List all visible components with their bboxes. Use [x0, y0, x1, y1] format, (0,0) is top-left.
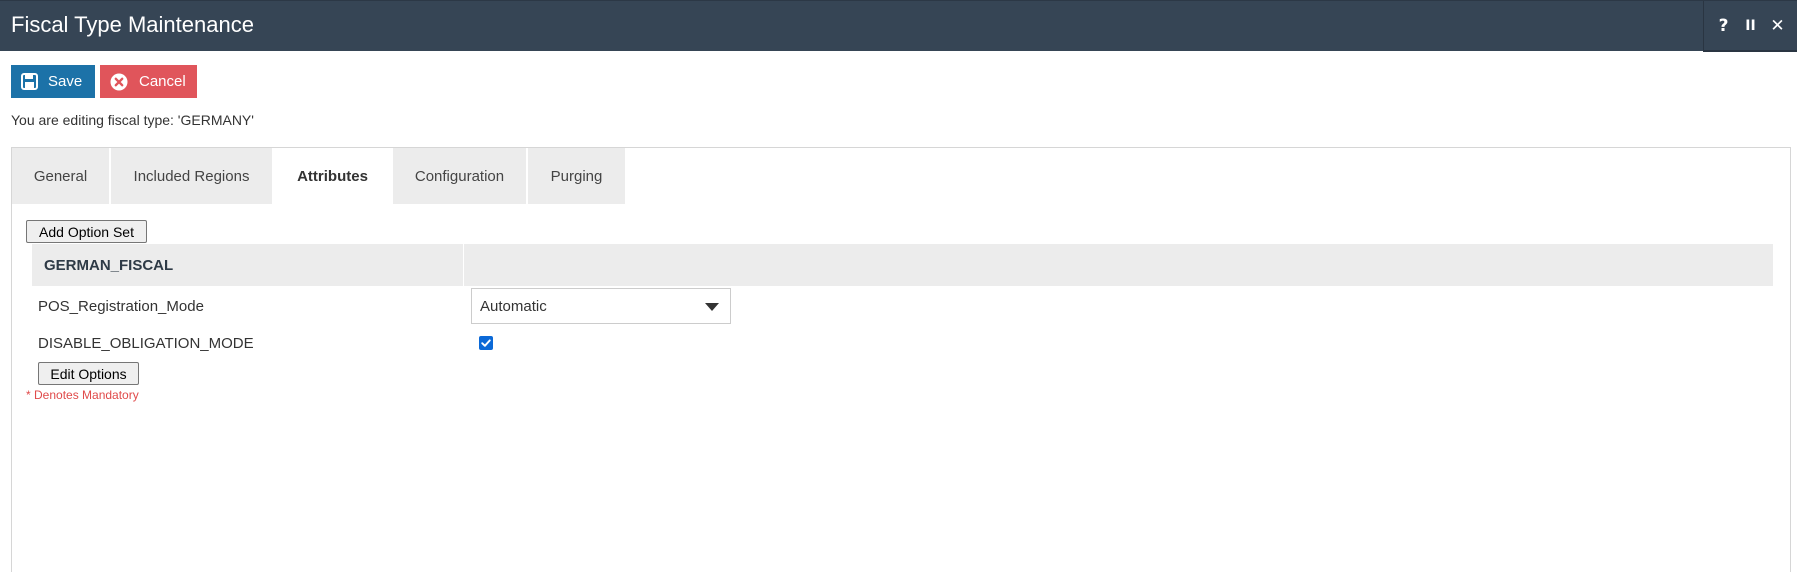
close-icon[interactable]: ✕: [1767, 16, 1789, 36]
cancel-button[interactable]: Cancel: [100, 65, 197, 98]
title-bar: Fiscal Type Maintenance ? II ✕: [0, 0, 1797, 52]
select-value: Automatic: [480, 298, 547, 315]
chevron-down-icon: [705, 303, 719, 311]
disable-obligation-mode-checkbox[interactable]: [479, 336, 493, 350]
tab-label: Attributes: [297, 167, 368, 185]
attribute-label-pos-registration-mode: POS_Registration_Mode: [38, 298, 204, 315]
floppy-disk-icon: [21, 73, 38, 90]
save-button[interactable]: Save: [11, 65, 95, 98]
attribute-label-disable-obligation-mode: DISABLE_OBLIGATION_MODE: [38, 335, 254, 352]
fiscal-type-maintenance-window: Fiscal Type Maintenance ? II ✕ Save Canc…: [0, 0, 1797, 572]
tab-label: Included Regions: [133, 167, 250, 185]
pause-icon[interactable]: II: [1740, 18, 1762, 34]
header-divider: [463, 244, 464, 286]
pos-registration-mode-select[interactable]: Automatic: [471, 288, 731, 324]
edit-options-button[interactable]: Edit Options: [38, 362, 139, 385]
tab-panel: General Included Regions Attributes Conf…: [11, 147, 1791, 572]
window-controls: ? II ✕: [1703, 1, 1797, 52]
save-label: Save: [48, 73, 83, 90]
tab-label: Configuration: [414, 167, 505, 185]
tab-included-regions[interactable]: Included Regions: [111, 148, 272, 204]
cancel-label: Cancel: [139, 73, 186, 90]
option-set-name: GERMAN_FISCAL: [44, 257, 174, 274]
tab-bar: General Included Regions Attributes Conf…: [12, 148, 627, 204]
editing-message: You are editing fiscal type: 'GERMANY': [11, 112, 254, 128]
tab-label: General: [33, 167, 88, 185]
add-option-set-button[interactable]: Add Option Set: [26, 220, 147, 243]
tab-purging[interactable]: Purging: [528, 148, 625, 204]
tab-general[interactable]: General: [12, 148, 109, 204]
help-icon[interactable]: ?: [1713, 16, 1735, 36]
tab-attributes[interactable]: Attributes: [274, 148, 391, 204]
tab-label: Purging: [550, 167, 603, 185]
window-title: Fiscal Type Maintenance: [11, 12, 254, 37]
circle-x-icon: [110, 73, 128, 90]
mandatory-note: * Denotes Mandatory: [26, 388, 139, 402]
tab-configuration[interactable]: Configuration: [393, 148, 526, 204]
option-set-header: GERMAN_FISCAL: [32, 244, 1773, 286]
checkmark-icon: [481, 339, 491, 347]
